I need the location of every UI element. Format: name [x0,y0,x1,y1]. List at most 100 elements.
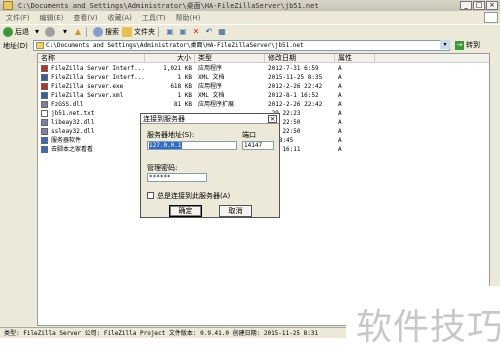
file-name: jb51.net.txt [51,110,95,117]
dialog-close-button[interactable]: × [268,115,277,123]
file-row[interactable]: FzGSS.dll 81 KB 应用程序扩展 2012-2-26 22:42 A [38,100,489,109]
desktop-background [0,338,346,359]
menu-bar: 文件(F) 编辑(E) 查看(V) 收藏(A) 工具(T) 帮助(H) [0,12,500,23]
menu-view[interactable]: 查看(V) [73,13,97,23]
dll-icon [41,128,48,135]
dropdown-icon[interactable]: ▾ [60,27,70,37]
column-header-type[interactable]: 类型 [195,54,265,63]
go-button[interactable]: → 转到 [455,40,480,50]
file-row[interactable]: FileZilla Server.xml 1 KB XML 文档 2012-8-1 1… [38,91,489,100]
filezilla-icon [41,65,48,72]
port-label: 端口 [242,131,256,139]
dropdown-icon[interactable]: ▾ [32,27,42,37]
file-size: 1 KB [177,92,192,99]
move-to-icon[interactable]: ▣ [165,27,175,37]
up-folder-icon[interactable]: ▲ [73,27,83,37]
file-modified: 2012-8-1 16:52 [268,92,319,99]
menu-help[interactable]: 帮助(H) [176,13,201,23]
file-modified: 2012-2-26 22:42 [268,101,323,108]
file-name: libeay32.dll [51,119,95,126]
file-name: FileZilla Server Interf... [51,74,145,81]
password-input[interactable]: ****** [147,173,207,182]
maximize-button[interactable]: □ [473,1,485,10]
close-button[interactable]: × [486,1,498,10]
search-label: 搜索 [105,27,119,36]
copy-to-icon[interactable]: ▣ [178,27,188,37]
column-header-attributes[interactable]: 属性 [335,54,375,63]
server-address-value: 127.0.0.1 [149,142,182,149]
file-row[interactable]: FileZilla Server Interf... 1 KB XML 文档 2015… [38,73,489,82]
dialog-title: 连接到服务器 [141,114,279,124]
menu-favorites[interactable]: 收藏(A) [108,13,132,23]
file-row[interactable]: FileZilla server.exe 618 KB 应用程序 2012-2-26 … [38,82,489,91]
file-modified: 2012-2-26 22:42 [268,83,323,90]
file-type: XML 文档 [198,92,225,99]
password-label: 管理密码: [147,164,178,172]
always-connect-checkbox[interactable] [147,192,154,199]
file-name: FileZilla Server.xml [51,92,124,99]
go-arrow-icon: → [455,40,464,50]
xml-icon [41,74,48,81]
watermark-text: 软件技巧 [356,307,500,348]
file-name: FileZilla Server Interf... [51,65,145,72]
file-attributes: A [338,83,342,90]
address-dropdown-icon[interactable]: ▾ [440,40,450,49]
delete-icon[interactable]: ✕ [191,27,201,37]
toolbar-separator [86,26,87,37]
file-attributes: A [338,110,342,117]
folder-icon [3,1,13,10]
minimize-button[interactable]: _ [460,1,472,10]
search-button[interactable]: 搜索 [93,26,119,37]
address-input[interactable]: C:\Documents and Settings\Administrator\… [33,40,450,51]
forward-button[interactable] [45,26,57,37]
title-bar: C:\Documents and Settings\Administrator\… [0,0,500,11]
address-value: C:\Documents and Settings\Administrator\… [46,42,304,49]
file-attributes: A [338,146,342,153]
file-type: 应用程序 [198,83,223,90]
column-headers: 名称 大小 类型 修改日期 属性 [38,54,489,63]
file-attributes: A [338,65,342,72]
file-name: FileZilla server.exe [51,83,124,90]
folders-button[interactable]: 文件夹 [122,26,155,37]
menu-tools[interactable]: 工具(T) [142,13,166,23]
search-icon [93,26,103,37]
file-size: 1 KB [177,74,192,81]
file-row[interactable]: FileZilla Server Interf... 1,021 KB 应用程序 20… [38,64,489,73]
port-input[interactable]: 14147 [242,141,274,150]
column-header-size[interactable]: 大小 [145,54,195,63]
toolbar-separator [158,26,159,37]
cancel-button[interactable]: 取消 [219,205,252,217]
server-address-input[interactable]: 127.0.0.1 [147,141,237,150]
file-name: FzGSS.dll [51,101,84,108]
column-header-name[interactable]: 名称 [38,54,145,63]
file-attributes: A [338,128,342,135]
forward-arrow-icon [45,26,55,37]
connect-server-dialog: 连接到服务器 × 服务器地址(S): 127.0.0.1 端口 14147 管理… [140,113,280,218]
folders-icon [122,26,132,37]
shortcut-icon [41,137,48,144]
back-label: 后退 [15,27,29,36]
toolbar: 后退 ▾ ▾ ▲ 搜索 文件夹 ▣ ▣ ✕ ↶ ▦ [0,24,500,38]
file-attributes: A [338,101,342,108]
shortcut-icon [41,146,48,153]
file-type: 应用程序扩展 [198,101,235,108]
back-button[interactable]: 后退 [3,26,29,37]
dll-icon [41,101,48,108]
status-text: 类型: FileZilla Server 公司: FileZilla Proje… [4,330,319,337]
column-header-modified[interactable]: 修改日期 [265,54,335,63]
folder-icon [36,42,44,49]
file-name: 去脚本之家看看 [51,146,94,153]
go-label: 转到 [466,41,480,49]
ok-button[interactable]: 确定 [169,205,202,217]
server-address-label: 服务器地址(S): [147,131,195,139]
file-modified: 2012-7-31 6:59 [268,65,319,72]
txt-icon [41,110,48,117]
file-type: 应用程序 [198,65,223,72]
xml-icon [41,92,48,99]
undo-icon[interactable]: ↶ [204,27,214,37]
file-attributes: A [338,74,342,81]
file-name: ssleay32.dll [51,128,95,135]
menu-file[interactable]: 文件(F) [6,13,30,23]
views-icon[interactable]: ▦ [217,27,227,37]
menu-edit[interactable]: 编辑(E) [40,13,64,23]
